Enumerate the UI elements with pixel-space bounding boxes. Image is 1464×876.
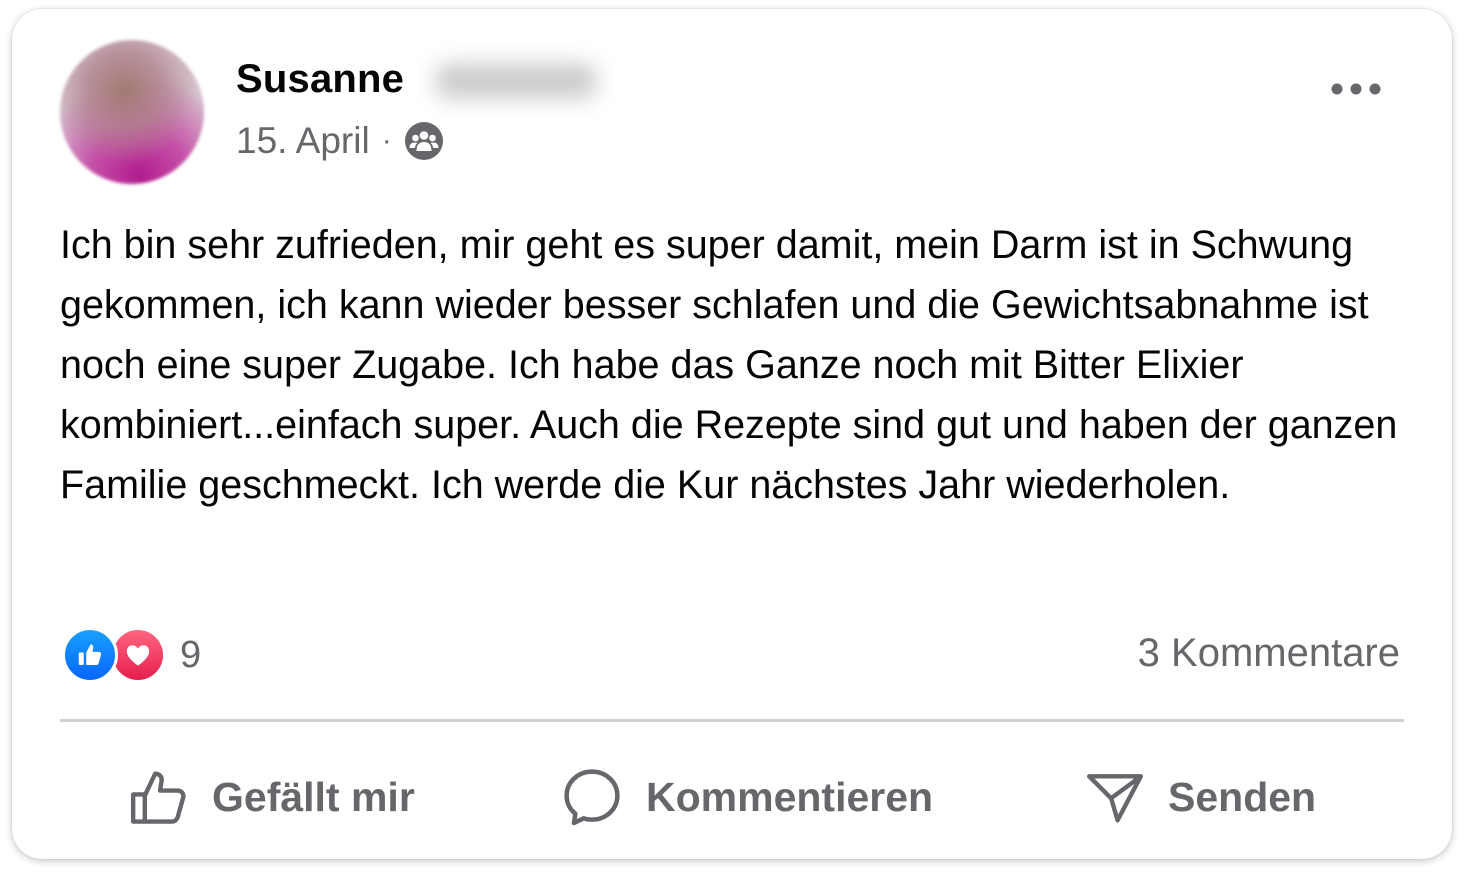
reactions-summary[interactable]: 9: [62, 625, 201, 685]
reaction-count: 9: [180, 633, 202, 676]
thumbs-up-icon: [130, 771, 186, 824]
post-card: Susanne 15. April · Ich bin sehr zufried…: [12, 9, 1452, 859]
send-button[interactable]: Senden: [1084, 757, 1316, 837]
send-button-label: Senden: [1168, 773, 1317, 820]
like-button-label: Gefällt mir: [212, 773, 415, 820]
group-icon[interactable]: [404, 121, 444, 161]
post-meta: 15. April ·: [236, 119, 444, 163]
comments-count[interactable]: 3 Kommentare: [1138, 631, 1400, 676]
comment-button-label: Kommentieren: [646, 773, 934, 820]
comment-button[interactable]: Kommentieren: [560, 757, 933, 837]
more-horizontal-icon[interactable]: [1320, 69, 1392, 109]
avatar[interactable]: [60, 40, 204, 184]
meta-separator: ·: [381, 124, 392, 157]
post-date[interactable]: 15. April: [236, 120, 370, 162]
author-name[interactable]: Susanne: [236, 57, 404, 102]
love-icon: [110, 627, 166, 683]
like-icon: [62, 627, 118, 683]
divider: [60, 719, 1404, 722]
post-text: Ich bin sehr zufrieden, mir geht es supe…: [60, 223, 1398, 507]
like-button[interactable]: Gefällt mir: [128, 757, 415, 837]
author-last-name-blurred: [436, 64, 596, 98]
comment-bubble-icon: [564, 769, 620, 826]
send-icon: [1086, 774, 1144, 823]
